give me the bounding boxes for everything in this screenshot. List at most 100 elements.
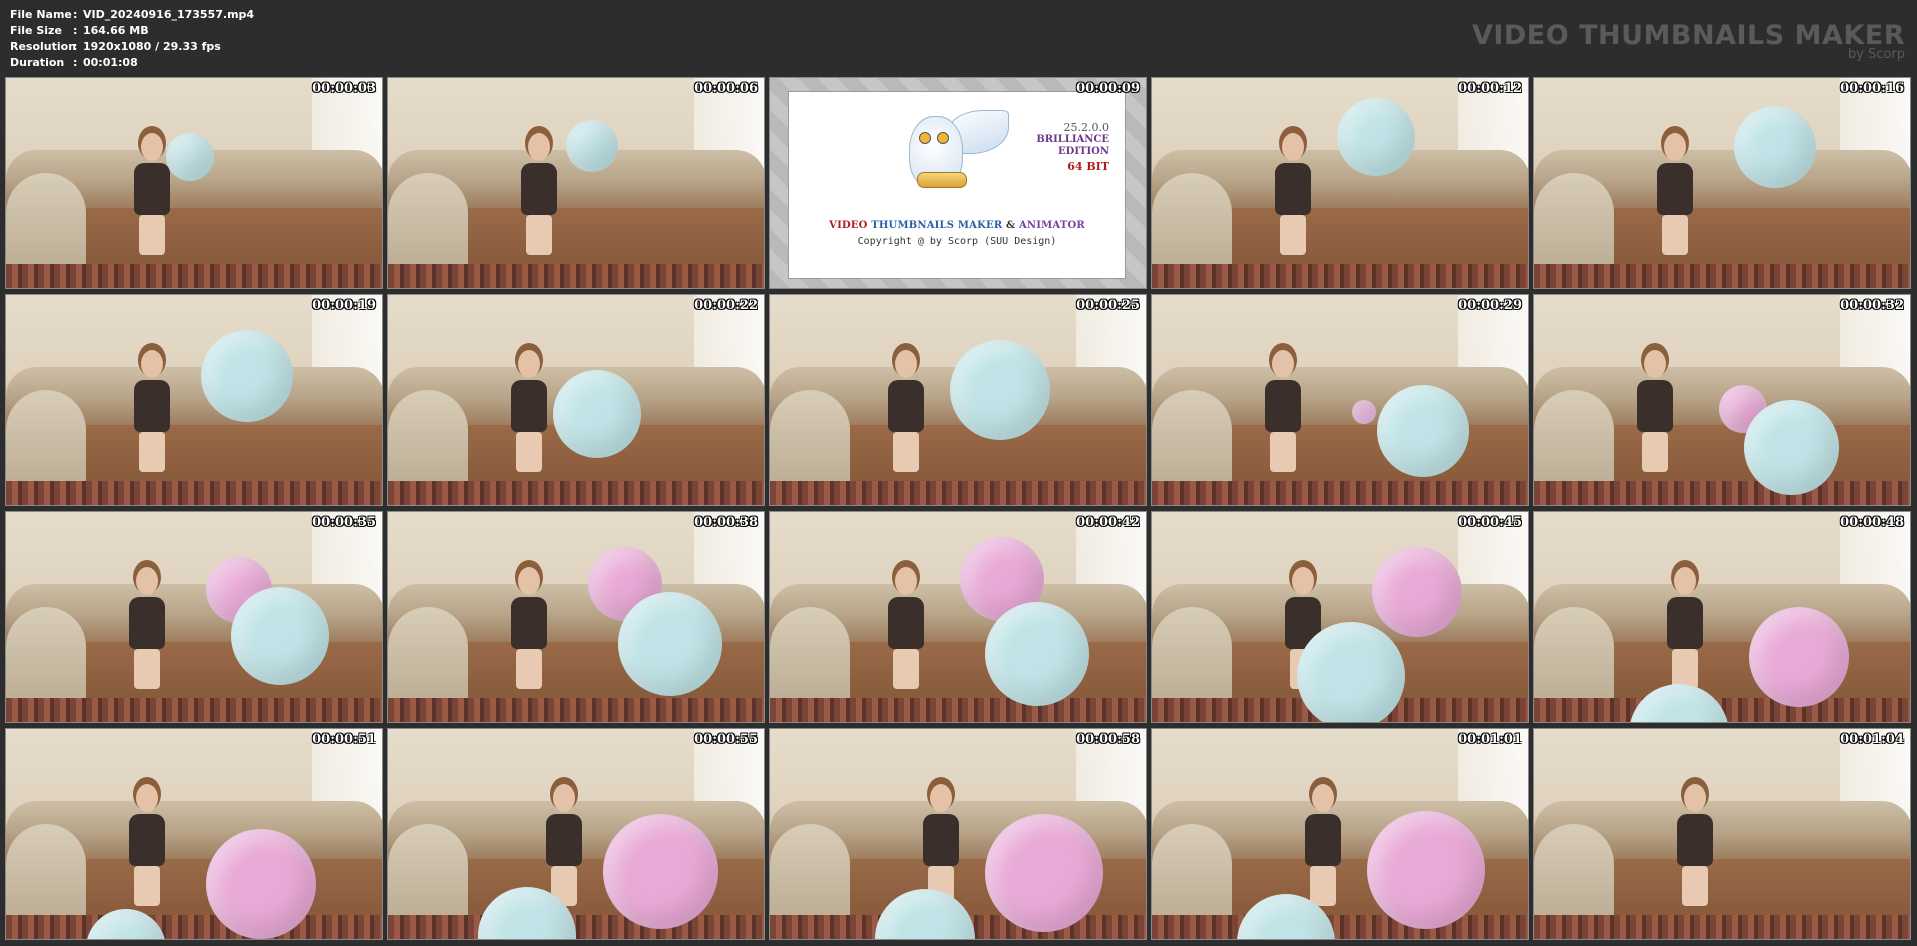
blue-balloon [985,602,1089,706]
logo-edition-2: EDITION [1058,146,1109,157]
video-thumbnail[interactable]: 00:00:55 [387,728,765,940]
file-size-label: File Size [10,24,62,37]
app-logo-card: 25.2.0.0 BRILLIANCE EDITION 64 BIT VIDEO… [788,91,1126,279]
blue-balloon [566,120,618,172]
resolution-row: Resolution : 1920x1080 / 29.33 fps [10,39,254,55]
file-name-value: VID_20240916_173557.mp4 [83,8,255,21]
video-thumbnail[interactable]: 25.2.0.0 BRILLIANCE EDITION 64 BIT VIDEO… [769,77,1147,289]
thumbnail-timestamp: 00:00:58 [1076,732,1140,747]
person [131,133,171,255]
carpet [6,915,382,939]
thumbnail-timestamp: 00:00:09 [1076,81,1140,96]
carpet [1534,264,1910,288]
person [508,567,548,689]
file-name-row: File Name : VID_20240916_173557.mp4 [10,7,254,23]
pink-balloon [206,829,316,939]
carpet [770,698,1146,722]
logo-title-animator: ANIMATOR [1018,220,1085,231]
resolution-label: Resolution [10,40,77,53]
blue-balloon [231,587,329,685]
person [518,133,558,255]
file-size-row: File Size : 164.66 MB [10,23,254,39]
video-thumbnail[interactable]: 00:00:58 [769,728,1147,940]
person [126,567,166,689]
blue-balloon [1377,385,1469,477]
video-thumbnail[interactable]: 00:00:03 [5,77,383,289]
carpet [1152,481,1528,505]
thumbnail-timestamp: 00:00:25 [1076,298,1140,313]
logo-copyright: Copyright @ by Scorp (SUU Design) [857,236,1057,247]
person [543,784,583,906]
file-name-label: File Name [10,8,72,21]
thumbnail-timestamp: 00:00:22 [694,298,758,313]
header: File Name : VID_20240916_173557.mp4 File… [0,0,1917,76]
video-thumbnail[interactable]: 00:01:04 [1533,728,1911,940]
carpet [388,481,764,505]
person [920,784,960,906]
duration-label: Duration [10,56,65,69]
video-thumbnail[interactable]: 00:00:16 [1533,77,1911,289]
blue-balloon [1337,98,1415,176]
carpet [388,698,764,722]
person [1634,350,1674,472]
blue-balloon [1734,106,1816,188]
logo-bits: 64 BIT [1067,160,1109,173]
video-thumbnail[interactable]: 00:00:29 [1151,294,1529,506]
logo-title: VIDEO THUMBNAILS MAKER & ANIMATOR [789,220,1125,231]
person [1302,784,1342,906]
video-thumbnail[interactable]: 00:01:01 [1151,728,1529,940]
thumbnail-timestamp: 00:00:55 [694,732,758,747]
video-thumbnail[interactable]: 00:00:12 [1151,77,1529,289]
carpet [1152,915,1528,939]
thumbnail-timestamp: 00:00:03 [312,81,376,96]
thumbnail-timestamp: 00:00:16 [1840,81,1904,96]
person [885,567,925,689]
logo-version-block: 25.2.0.0 BRILLIANCE EDITION 64 BIT [1036,122,1109,173]
video-thumbnail[interactable]: 00:00:22 [387,294,765,506]
duration-row: Duration : 00:01:08 [10,55,254,71]
pink-balloon [1352,400,1376,424]
video-thumbnail[interactable]: 00:00:51 [5,728,383,940]
person [131,350,171,472]
thumbnail-timestamp: 00:00:48 [1840,515,1904,530]
video-thumbnail[interactable]: 00:00:19 [5,294,383,506]
person [1674,784,1714,906]
thumbnail-timestamp: 00:01:01 [1458,732,1522,747]
thumbnail-timestamp: 00:00:19 [312,298,376,313]
carpet [388,915,764,939]
carpet [6,481,382,505]
logo-title-amp: & [1006,220,1016,231]
person [126,784,166,906]
thumbnail-timestamp: 00:00:29 [1458,298,1522,313]
carpet [1534,915,1910,939]
separator: : [73,8,78,21]
video-thumbnail[interactable]: 00:00:25 [769,294,1147,506]
video-thumbnail[interactable]: 00:00:42 [769,511,1147,723]
thumbnail-timestamp: 00:00:35 [312,515,376,530]
video-thumbnail[interactable]: 00:00:32 [1533,294,1911,506]
file-size-value: 164.66 MB [83,24,149,37]
video-thumbnail[interactable]: 00:00:38 [387,511,765,723]
video-thumbnail[interactable]: 00:00:06 [387,77,765,289]
pink-balloon [985,814,1103,932]
blue-balloon [166,133,214,181]
video-thumbnail[interactable]: 00:00:35 [5,511,383,723]
brand-watermark: VIDEO THUMBNAILS MAKER by Scorp [1472,22,1905,62]
carpet [1152,264,1528,288]
pink-balloon [603,814,718,929]
thumbnail-timestamp: 00:00:12 [1458,81,1522,96]
carpet [770,481,1146,505]
person [1272,133,1312,255]
blue-balloon [553,370,641,458]
blue-balloon [201,330,293,422]
thumbnail-timestamp: 00:00:06 [694,81,758,96]
thumbnail-timestamp: 00:00:38 [694,515,758,530]
person [508,350,548,472]
video-thumbnail[interactable]: 00:00:45 [1151,511,1529,723]
video-thumbnail[interactable]: 00:00:48 [1533,511,1911,723]
thumbnail-grid: 00:00:03 00:00:06 25.2.0.0 BRILLIANCE ED… [5,77,1911,940]
person [1654,133,1694,255]
pink-balloon [1372,547,1462,637]
pink-balloon [1367,811,1485,929]
file-info: File Name : VID_20240916_173557.mp4 File… [10,7,254,71]
